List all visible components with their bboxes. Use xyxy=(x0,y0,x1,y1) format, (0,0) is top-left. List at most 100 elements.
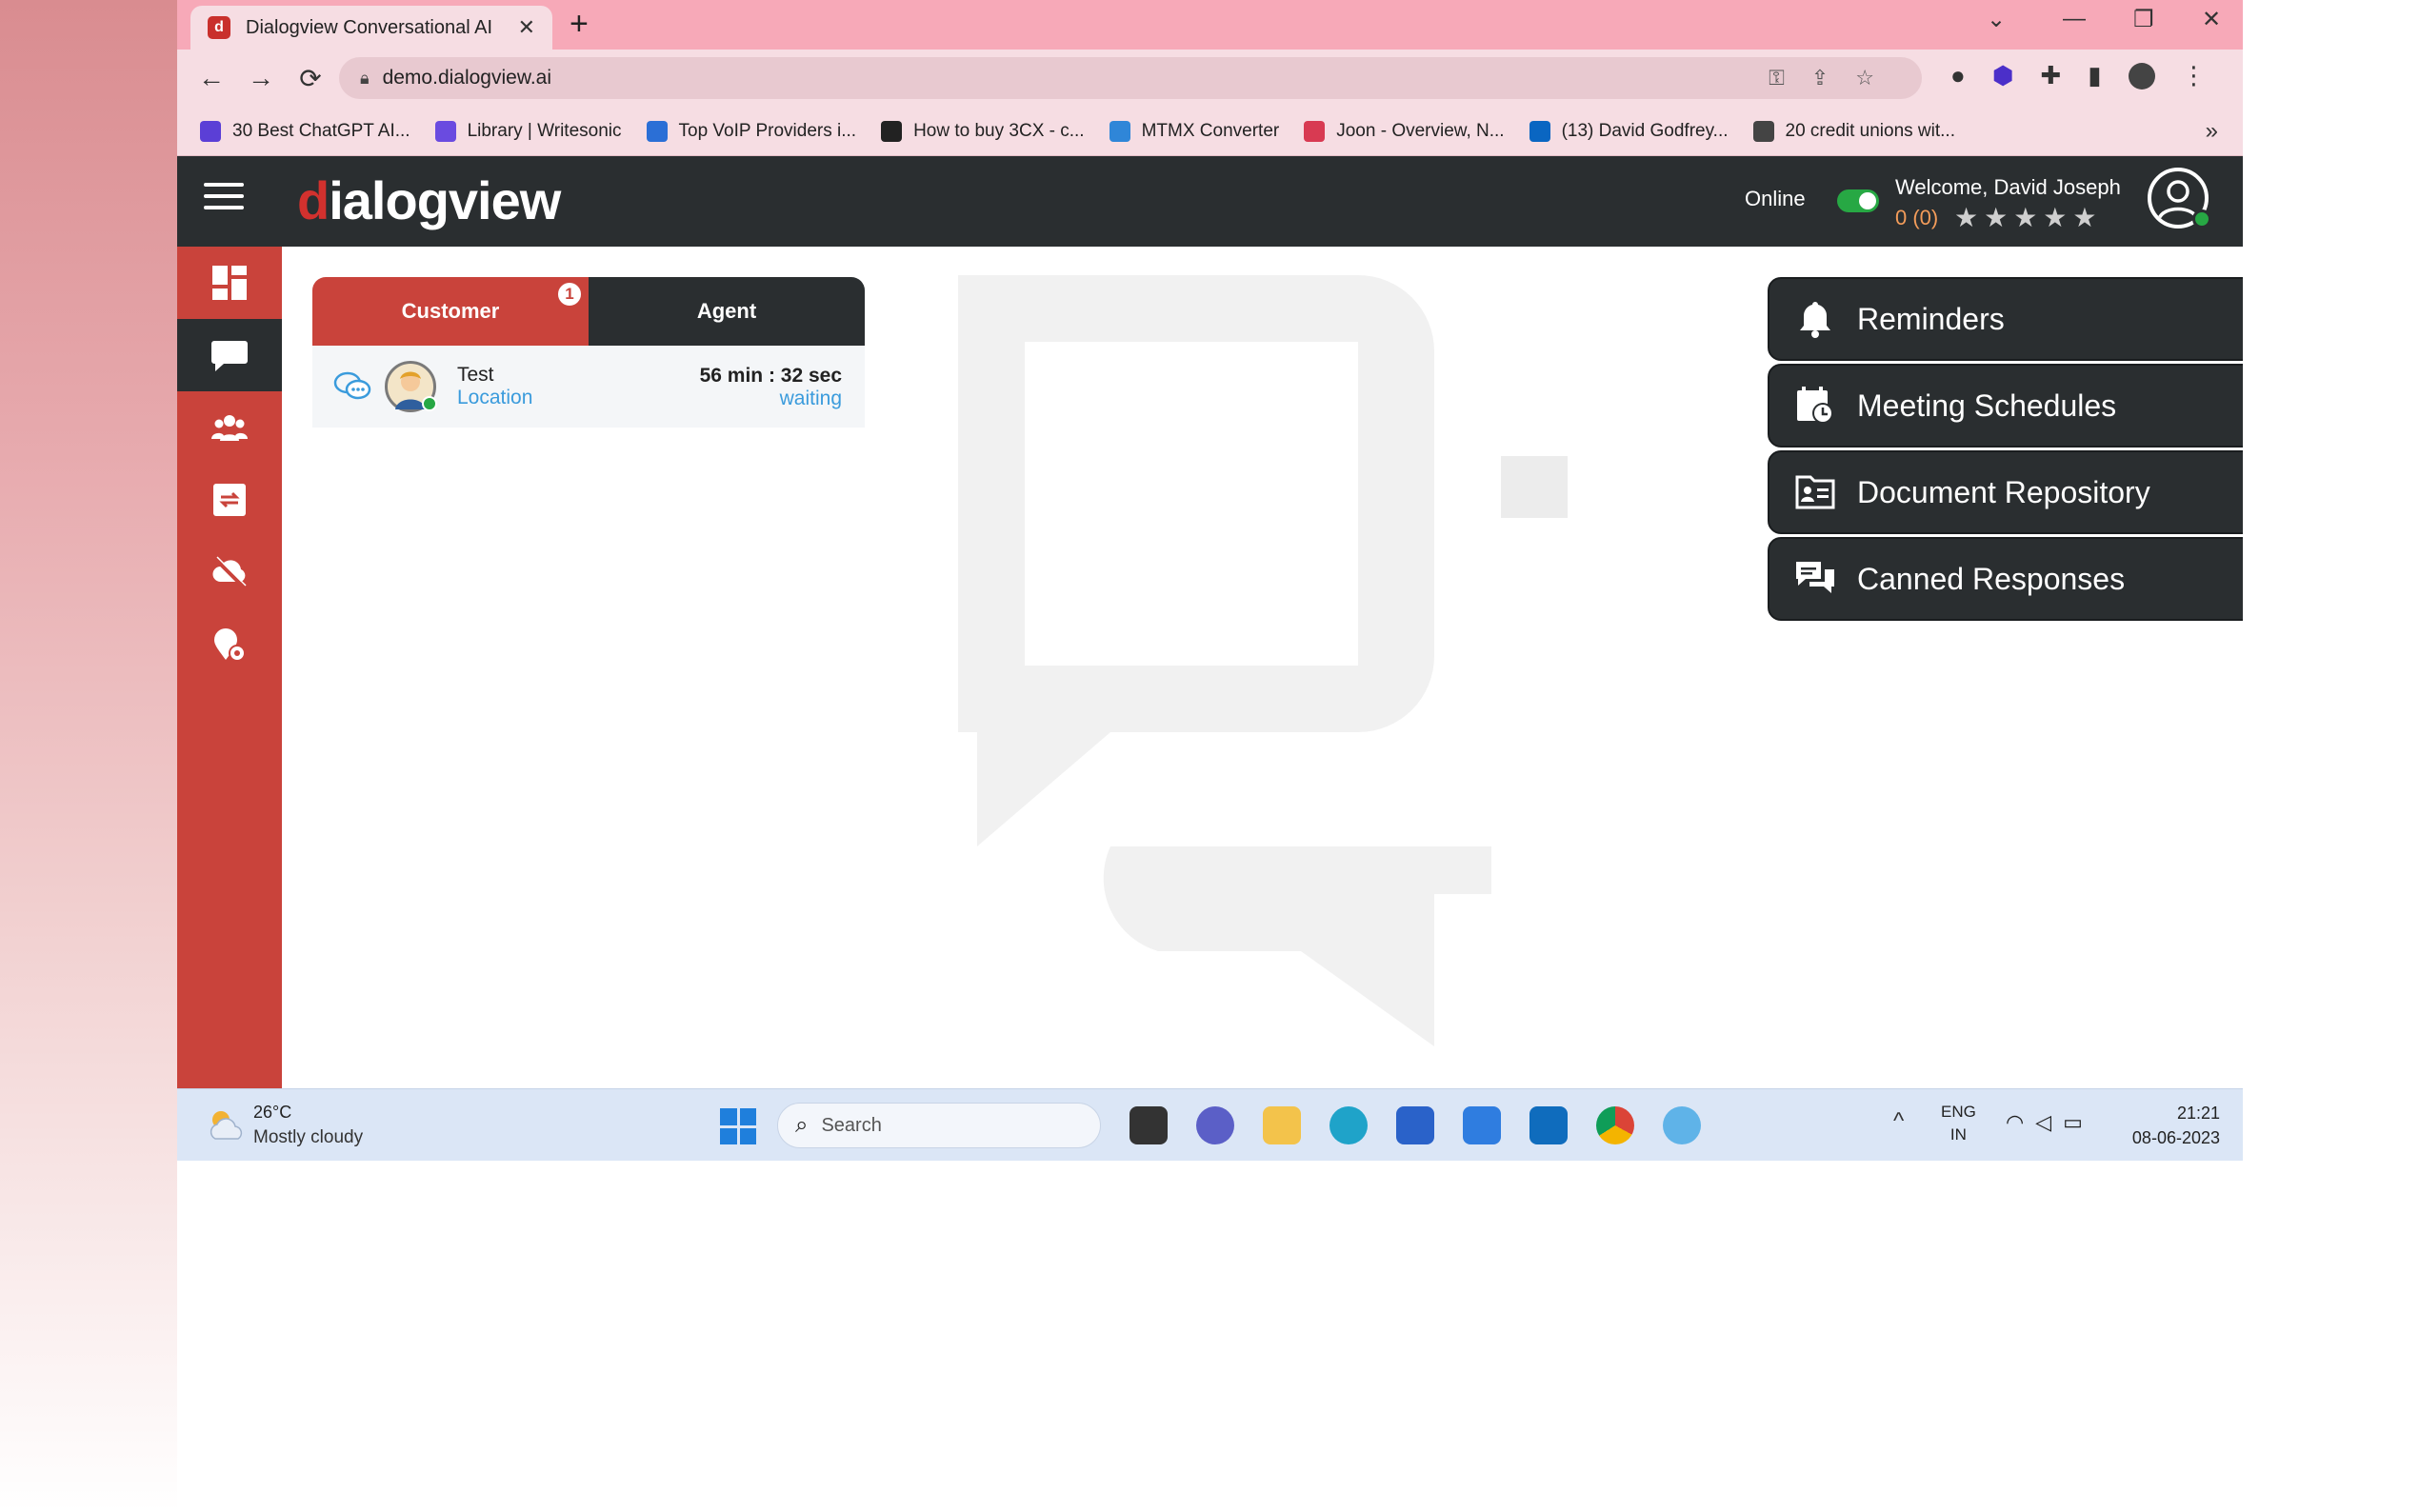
extension-icons: ● ⬢ ✚ ▮ ⋮ xyxy=(1950,61,2207,90)
bookmark-label: 30 Best ChatGPT AI... xyxy=(232,120,410,141)
bookmark-item[interactable]: Joon - Overview, N... xyxy=(1304,120,1505,142)
sidebar xyxy=(177,247,282,1088)
battery-icon[interactable]: ▭ xyxy=(2063,1110,2094,1134)
cloud-off-icon xyxy=(212,556,247,589)
customer-name: Test xyxy=(457,364,494,386)
windows-start-icon[interactable] xyxy=(720,1108,756,1144)
bookmark-favicon-icon xyxy=(1304,120,1326,142)
wifi-icon[interactable]: ◠ xyxy=(2006,1110,2035,1134)
outlook-icon[interactable] xyxy=(1529,1106,1568,1144)
sidebar-item-users[interactable] xyxy=(177,391,282,464)
app-header: dialogview Online Welcome, David Joseph … xyxy=(177,156,2243,247)
bookmark-item[interactable]: Library | Writesonic xyxy=(434,120,622,142)
bookmark-item[interactable]: 30 Best ChatGPT AI... xyxy=(200,120,410,142)
close-window-button[interactable]: ✕ xyxy=(2202,6,2221,33)
queue-tabs: Customer 1 Agent xyxy=(312,277,865,346)
bookmark-item[interactable]: 20 credit unions wit... xyxy=(1752,120,1955,142)
back-icon[interactable]: ← xyxy=(187,63,236,93)
close-tab-icon[interactable]: ✕ xyxy=(518,15,535,40)
main-content: Customer 1 Agent Test Location 56 min: … xyxy=(282,247,2243,1088)
input-language[interactable]: ENG IN xyxy=(1941,1101,1976,1146)
chat-bubbles-icon xyxy=(333,371,371,400)
canned-responses-label: Canned Responses xyxy=(1857,561,2126,596)
profile-avatar-icon[interactable] xyxy=(2128,62,2155,90)
sidebar-item-dashboard[interactable] xyxy=(177,247,282,319)
volume-icon[interactable]: ◁ xyxy=(2035,1110,2063,1134)
sidebar-item-offline[interactable] xyxy=(177,536,282,608)
meeting-schedules-label: Meeting Schedules xyxy=(1857,388,2117,423)
dialogview-logo: dialogview xyxy=(297,170,561,230)
task-view-icon[interactable] xyxy=(1130,1106,1168,1144)
browser-window: d Dialogview Conversational AI ✕ + ⌄ — ❐… xyxy=(177,0,2243,1512)
weather-cloudy-icon xyxy=(210,1111,243,1140)
key-icon[interactable]: ⚿ xyxy=(1769,66,1811,90)
reload-icon[interactable]: ⟳ xyxy=(286,63,335,94)
side-panel-icon[interactable]: ▮ xyxy=(2088,61,2101,90)
new-tab-button[interactable]: + xyxy=(570,6,589,43)
forward-icon[interactable]: → xyxy=(236,63,286,93)
address-bar[interactable]: 🔒︎ demo.dialogview.ai ⚿⇪☆ xyxy=(339,57,1922,99)
bookmark-label: MTMX Converter xyxy=(1141,120,1280,141)
taskbar-clock[interactable]: 21:21 08-06-2023 xyxy=(2132,1101,2220,1150)
taskbar-search[interactable]: ⌕ Search xyxy=(777,1103,1101,1148)
bookmark-item[interactable]: MTMX Converter xyxy=(1109,120,1280,142)
dialogview-favicon-icon: d xyxy=(208,16,230,39)
reminders-button[interactable]: Reminders > xyxy=(1768,277,2243,361)
online-toggle[interactable] xyxy=(1837,189,1879,212)
paint-icon[interactable] xyxy=(1663,1106,1701,1144)
chrome-menu-icon[interactable]: ⋮ xyxy=(2182,61,2207,90)
tab-customer-label: Customer xyxy=(401,299,500,323)
location-icon xyxy=(214,628,246,662)
extension-1-icon[interactable]: ● xyxy=(1950,61,1966,90)
teams-chat-icon[interactable] xyxy=(1196,1106,1234,1144)
tab-agent-label: Agent xyxy=(696,299,757,323)
edge-browser-icon[interactable] xyxy=(1329,1106,1368,1144)
calendar-clock-icon xyxy=(1797,387,1833,424)
tab-agent[interactable]: Agent xyxy=(589,277,865,346)
bookmark-label: Top VoIP Providers i... xyxy=(678,120,857,141)
tray-overflow-icon[interactable]: ^ xyxy=(1893,1108,1904,1135)
restore-button[interactable]: ❐ xyxy=(2133,6,2154,33)
queue-item[interactable]: Test Location 56 min : 32 sec waiting xyxy=(312,346,865,428)
bookmark-label: 20 credit unions wit... xyxy=(1785,120,1955,141)
user-online-status xyxy=(2192,209,2211,229)
rating-count: 0 (0) xyxy=(1895,206,1939,229)
bookmark-item[interactable]: Top VoIP Providers i... xyxy=(646,120,857,142)
meeting-schedules-button[interactable]: Meeting Schedules > xyxy=(1768,364,2243,448)
document-folder-icon xyxy=(1795,475,1835,509)
app-hexagon-icon[interactable] xyxy=(1463,1106,1501,1144)
bookmark-star-icon[interactable]: ☆ xyxy=(1855,66,1901,90)
microsoft-store-icon[interactable] xyxy=(1396,1106,1434,1144)
bookmark-item[interactable]: (13) David Godfrey... xyxy=(1529,120,1729,142)
tab-customer[interactable]: Customer 1 xyxy=(312,277,589,346)
reminders-label: Reminders xyxy=(1857,301,2005,336)
document-repository-button[interactable]: Document Repository > xyxy=(1768,450,2243,534)
lock-icon: 🔒︎ xyxy=(360,68,370,88)
minimize-button[interactable]: — xyxy=(2063,6,2086,32)
bookmark-favicon-icon xyxy=(1109,120,1130,142)
sidebar-item-location[interactable] xyxy=(177,608,282,681)
url-text: demo.dialogview.ai xyxy=(382,67,552,89)
bookmark-label: Joon - Overview, N... xyxy=(1336,120,1505,141)
menu-toggle-icon[interactable] xyxy=(204,183,244,219)
canned-responses-button[interactable]: Canned Responses > xyxy=(1768,537,2243,621)
bookmark-item[interactable]: How to buy 3CX - c... xyxy=(881,120,1085,142)
chrome-taskbar-icon[interactable] xyxy=(1596,1106,1634,1144)
dashboard-icon xyxy=(212,266,247,300)
customer-online-status xyxy=(422,396,437,411)
file-explorer-icon[interactable] xyxy=(1263,1106,1301,1144)
customer-location-link[interactable]: Location xyxy=(457,387,532,409)
sidebar-item-transfer[interactable] xyxy=(177,464,282,536)
share-icon[interactable]: ⇪ xyxy=(1811,66,1855,90)
bookmarks-bar: 30 Best ChatGPT AI... Library | Writesoni… xyxy=(177,107,2243,156)
search-icon: ⌕ xyxy=(795,1112,809,1138)
sidebar-item-chat[interactable] xyxy=(177,319,282,391)
dialogview-watermark-icon xyxy=(958,275,1568,1046)
bookmarks-overflow-icon[interactable]: » xyxy=(2206,118,2218,145)
tab-search-chevron-icon[interactable]: ⌄ xyxy=(1987,6,2006,33)
extension-2-icon[interactable]: ⬢ xyxy=(1992,61,2014,90)
wait-status: waiting xyxy=(779,388,842,409)
customer-info: Test Location xyxy=(457,364,532,409)
browser-tab-active[interactable]: d Dialogview Conversational AI ✕ xyxy=(190,6,552,50)
extensions-puzzle-icon[interactable]: ✚ xyxy=(2040,61,2061,90)
